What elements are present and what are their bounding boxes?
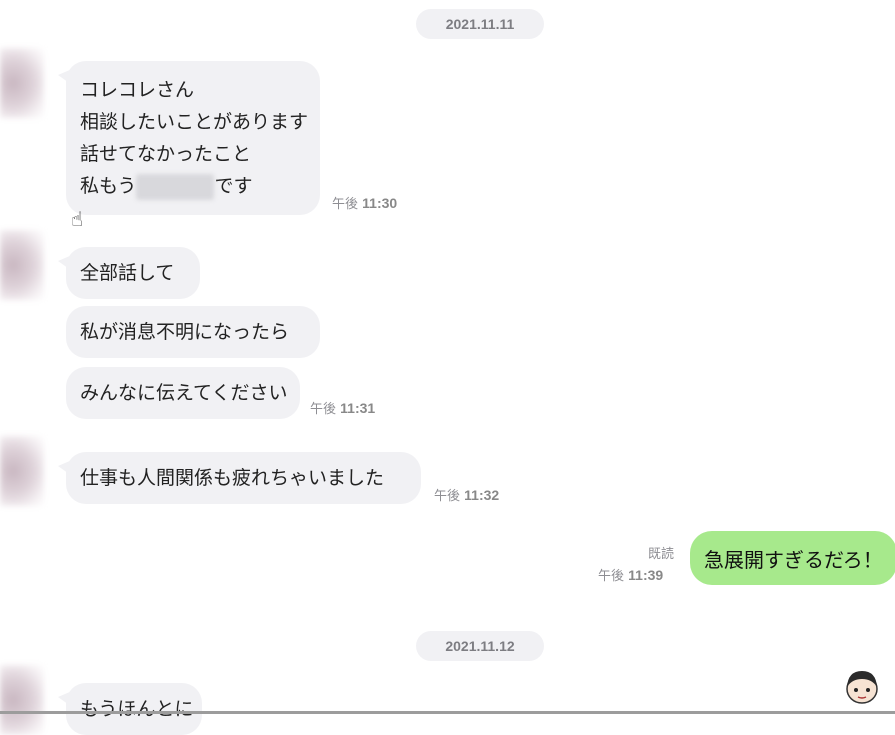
time-prefix: 午後 <box>310 402 337 417</box>
message-text: 急展開すぎるだろ！ <box>704 547 883 572</box>
message-bubble[interactable]: もうほんとに <box>58 683 202 735</box>
message-bubble[interactable]: 仕事も人間関係も疲れちゃいました <box>58 452 421 504</box>
message-line: 話せてなかったこと <box>80 143 252 165</box>
avatar[interactable] <box>0 230 44 300</box>
message-text: 私もう <box>80 175 137 197</box>
date-separator: 2021.11.12 <box>416 631 544 661</box>
avatar[interactable] <box>0 48 44 118</box>
message-timestamp: 午後 11:31 <box>310 398 375 417</box>
message-line: コレコレさん <box>80 79 195 101</box>
hand-pointer-icon: ☝ <box>71 207 84 231</box>
message-timestamp: 午後 11:30 <box>332 193 397 212</box>
message-text: もうほんとに <box>80 698 194 720</box>
message-line: 私もう です <box>80 170 304 202</box>
message-bubble[interactable]: コレコレさん 相談したいことがあります 話せてなかったこと 私もう です <box>58 61 320 215</box>
read-receipt: 既読 <box>648 547 675 562</box>
message-text: 全部話して <box>80 262 175 284</box>
message-line: 相談したいことがあります <box>80 111 309 133</box>
chibi-avatar-icon <box>846 671 878 704</box>
message-bubble[interactable]: 私が消息不明になったら <box>66 306 320 358</box>
message-text: 私が消息不明になったら <box>80 321 290 343</box>
my-message-bubble[interactable]: 急展開すぎるだろ！ <box>690 531 895 585</box>
message-bubble[interactable]: 全部話して <box>58 247 200 299</box>
time-prefix: 午後 <box>598 569 625 584</box>
message-timestamp: 午後 11:39 <box>598 565 663 584</box>
redacted-text <box>136 173 215 200</box>
time-value: 11:31 <box>340 400 376 416</box>
message-text: みんなに伝えてください <box>80 382 288 404</box>
message-timestamp: 午後 11:32 <box>434 485 499 504</box>
message-bubble[interactable]: みんなに伝えてください <box>66 367 300 419</box>
time-prefix: 午後 <box>332 197 359 212</box>
avatar[interactable] <box>0 665 44 735</box>
message-text: 仕事も人間関係も疲れちゃいました <box>80 467 385 489</box>
time-prefix: 午後 <box>434 489 461 504</box>
date-separator: 2021.11.11 <box>416 9 544 39</box>
avatar[interactable] <box>0 436 44 506</box>
time-value: 11:39 <box>628 567 664 583</box>
message-text: です <box>214 175 253 197</box>
time-value: 11:30 <box>362 195 398 211</box>
time-value: 11:32 <box>464 487 500 503</box>
